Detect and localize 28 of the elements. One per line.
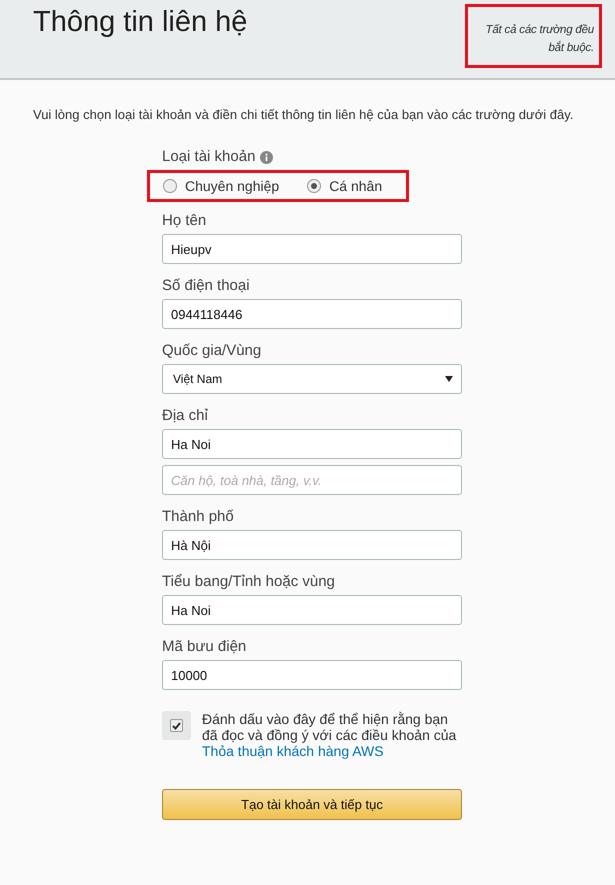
caret-icon [445, 376, 453, 382]
field-label: Quốc gia/Vùng [162, 342, 262, 360]
radio-option[interactable]: Chuyên nghiệp [163, 178, 280, 194]
checkbox[interactable] [162, 711, 191, 740]
input-field[interactable]: 10000 [162, 660, 462, 690]
input-field[interactable]: Hieupv [162, 234, 462, 264]
radio-option[interactable]: Cá nhân [307, 178, 382, 194]
field-label: Số điện thoại [162, 277, 251, 295]
input-field[interactable]: Ha Noi [162, 595, 462, 625]
submit-button[interactable]: Tạo tài khoản và tiếp tục [162, 789, 462, 820]
required-note: Tất cả các trường đều bắt buộc. [465, 4, 602, 68]
info-icon[interactable] [260, 150, 274, 164]
field-label: Địa chỉ [162, 407, 209, 425]
input-field[interactable]: Ha Noi [162, 429, 462, 459]
select-field[interactable]: Việt Nam [162, 364, 462, 394]
field-label: Tiểu bang/Tỉnh hoặc vùng [162, 573, 336, 591]
checkmark-icon [172, 722, 181, 730]
field-label: Loại tài khoản [162, 148, 256, 166]
input-field[interactable]: Hà Nội [162, 530, 462, 560]
page-title: Thông tin liên hệ [33, 6, 248, 39]
field-label: Mã bưu điện [162, 638, 248, 656]
input-field[interactable]: Căn hộ, toà nhà, tầng, v.v. [162, 465, 462, 495]
agreement-text: Đánh dấu vào đây để thể hiện rằng bạn đã đọc và đồng ý với các điều khoản của Thỏa thuận khách hàng AWS [202, 711, 458, 759]
agreement-link[interactable]: Thỏa thuận khách hàng AWS [202, 743, 384, 759]
field-label: Họ tên [162, 212, 208, 230]
input-field[interactable]: 0944118446 [162, 299, 462, 329]
intro-text: Vui lòng chọn loại tài khoản và điền chi tiết thông tin liên hệ của bạn vào các trường dưới đây. [33, 106, 574, 124]
field-label: Thành phố [162, 508, 235, 526]
